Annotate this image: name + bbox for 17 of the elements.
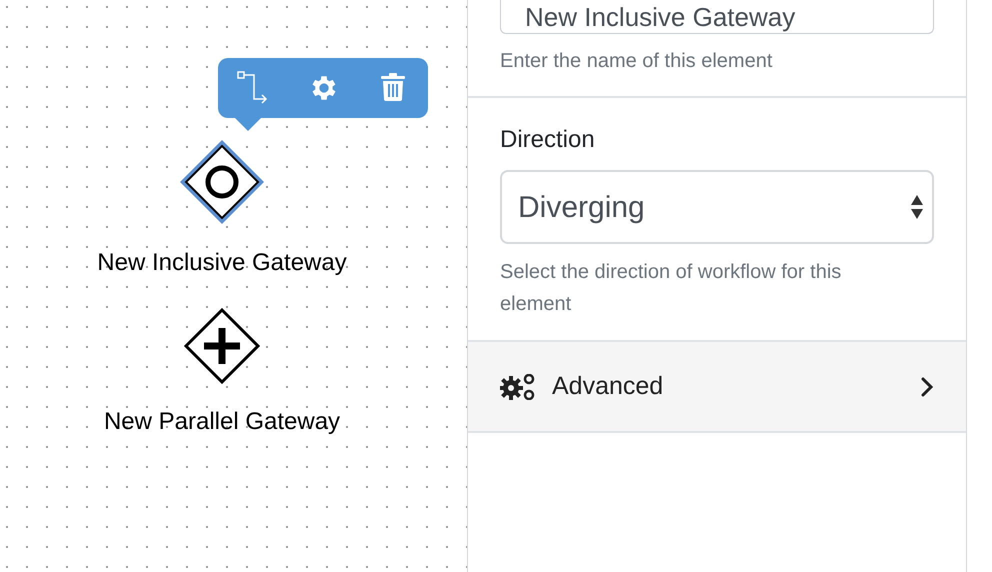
gateway-label: New Parallel Gateway xyxy=(102,407,342,437)
sort-arrows-icon xyxy=(910,193,924,221)
gears-icon xyxy=(500,374,536,400)
name-value: New Inclusive Gateway xyxy=(525,1,796,33)
direction-hint: Select the direction of workflow for this element xyxy=(500,260,842,317)
gateway-shape[interactable] xyxy=(178,138,266,226)
gateway-label: New Inclusive Gateway xyxy=(96,248,348,278)
toolbar-pointer xyxy=(234,117,262,131)
direction-label: Direction xyxy=(500,125,596,155)
connector-icon[interactable] xyxy=(237,71,269,105)
name-hint: Enter the name of this element xyxy=(500,49,774,74)
direction-select[interactable]: Diverging xyxy=(500,170,934,244)
chevron-right-icon xyxy=(920,376,934,398)
advanced-label: Advanced xyxy=(552,370,664,402)
trash-icon[interactable] xyxy=(381,73,405,101)
advanced-section[interactable]: Advanced xyxy=(468,340,966,433)
name-field[interactable]: New Inclusive Gateway xyxy=(500,0,934,34)
